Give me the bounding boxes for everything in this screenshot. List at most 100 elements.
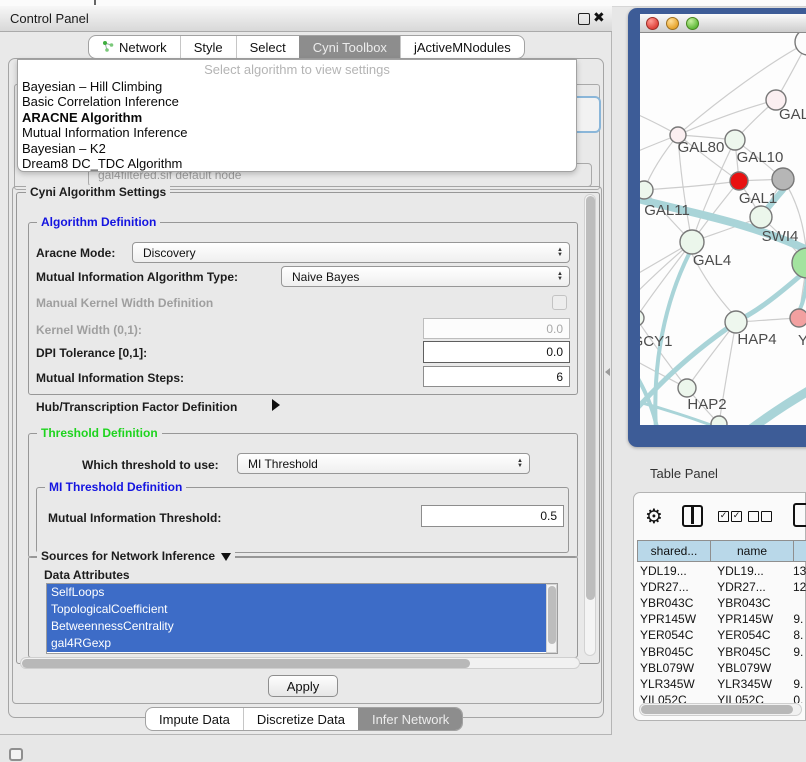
mi-threshold-title: MI Threshold Definition <box>45 480 186 494</box>
dpi-tolerance-input[interactable]: 0.0 <box>423 341 570 363</box>
algorithm-menu-item-basic-correlation-inference[interactable]: Basic Correlation Inference <box>18 94 576 109</box>
algorithm-menu-item-mutual-information-inference[interactable]: Mutual Information Inference <box>18 125 576 140</box>
table-row[interactable]: YBR043CYBR043C <box>637 595 806 611</box>
tab-select[interactable]: Select <box>236 36 299 58</box>
table-cell: YDL19... <box>708 564 789 578</box>
tab-label: Impute Data <box>159 712 230 727</box>
table-row[interactable]: YDR27...YDR27...12 <box>637 579 806 595</box>
network-node-swi4[interactable] <box>750 206 772 228</box>
attribute-item-gal4rgexp[interactable]: gal4RGexp <box>47 635 549 652</box>
hub-expand-arrow-icon[interactable] <box>272 399 280 411</box>
panel-divider-grip[interactable] <box>605 368 610 376</box>
table-row[interactable]: YIL052CYIL052C0. <box>637 692 806 703</box>
attribute-item-betweennesscentrality[interactable]: BetweennessCentrality <box>47 618 549 635</box>
algorithm-menu-item-bayesian-k2[interactable]: Bayesian – K2 <box>18 141 576 156</box>
settings-scrollbar-thumb[interactable] <box>586 196 595 600</box>
network-node[interactable] <box>711 416 727 425</box>
network-highlighted-edges <box>640 190 806 425</box>
sources-title[interactable]: Sources for Network Inference <box>37 549 235 563</box>
apply-button[interactable]: Apply <box>268 675 338 697</box>
network-node-label: GAL80 <box>678 139 725 156</box>
network-node-y[interactable] <box>790 309 806 327</box>
table-row[interactable]: YBL079WYBL079W <box>637 660 806 676</box>
table-row[interactable]: YLR345WYLR345W9. <box>637 676 806 692</box>
unchecked-checkbox-icon[interactable] <box>761 511 772 522</box>
data-attributes-list[interactable]: SelfLoopsTopologicalCoefficientBetweenne… <box>46 583 558 654</box>
network-graph: GALGAL80GAL10GAL1GAL11SWI4GAL4HAP4YGCY1H… <box>640 33 806 425</box>
attribute-item-selfloops[interactable]: SelfLoops <box>47 584 549 601</box>
table-header-clipped[interactable] <box>793 540 806 562</box>
column-layout-icon[interactable] <box>682 505 703 527</box>
close-traffic-light-icon[interactable] <box>646 17 659 30</box>
attributes-scrollbar-thumb[interactable] <box>548 586 556 644</box>
algorithm-menu-item-dream8-dc-tdc-algorithm[interactable]: Dream8 DC_TDC Algorithm <box>18 156 576 171</box>
network-node-gal10[interactable] <box>725 130 745 150</box>
manual-kernel-checkbox[interactable] <box>552 295 567 310</box>
network-node-gal1[interactable] <box>730 172 748 190</box>
algorithm-menu-item-aracne-algorithm[interactable]: ARACNE Algorithm <box>18 110 576 125</box>
network-canvas[interactable]: GALGAL80GAL10GAL1GAL11SWI4GAL4HAP4YGCY1H… <box>640 33 806 425</box>
stepper-icon: ▲▼ <box>557 268 563 285</box>
mi-threshold-input[interactable]: 0.5 <box>421 505 564 527</box>
tab-label: Discretize Data <box>257 712 345 727</box>
tab-impute-data[interactable]: Impute Data <box>146 708 243 730</box>
table-row[interactable]: YER054CYER054C8. <box>637 627 806 643</box>
checked-checkbox-icon[interactable]: ✓ <box>718 511 729 522</box>
top-strip-tick <box>94 0 96 5</box>
table-cell: YBL079W <box>708 661 789 675</box>
aracne-mode-label: Aracne Mode: <box>36 246 115 260</box>
table-body[interactable]: YDL19...YDL19...13YDR27...YDR27...12YBR0… <box>637 563 806 703</box>
network-node[interactable] <box>795 33 806 55</box>
application-screen: Control Panel ✖ gal4filtered.sif default… <box>0 0 806 762</box>
network-node-gal4[interactable] <box>680 230 704 254</box>
table-cell: YPR145W <box>708 612 789 626</box>
gear-icon[interactable]: ⚙ <box>645 504 663 528</box>
clipped-toolbar-icon[interactable] <box>793 503 806 527</box>
mi-steps-input[interactable]: 6 <box>423 366 570 387</box>
tab-network[interactable]: Network <box>89 36 180 58</box>
settings-hscrollbar-thumb[interactable] <box>22 659 470 668</box>
dpi-tolerance-label: DPI Tolerance [0,1]: <box>36 346 147 360</box>
close-icon[interactable]: ✖ <box>593 10 605 26</box>
tab-style[interactable]: Style <box>180 36 236 58</box>
tab-infer-network[interactable]: Infer Network <box>358 708 462 730</box>
zoom-traffic-light-icon[interactable] <box>686 17 699 30</box>
attribute-item-topologicalcoefficient[interactable]: TopologicalCoefficient <box>47 601 549 618</box>
minimize-traffic-light-icon[interactable] <box>666 17 679 30</box>
network-node-label: GAL10 <box>737 149 784 166</box>
tab-label: Style <box>194 40 223 55</box>
unchecked-checkbox-icon[interactable] <box>748 511 759 522</box>
tab-discretize-data[interactable]: Discretize Data <box>243 708 358 730</box>
table-hscrollbar-thumb[interactable] <box>641 705 793 714</box>
network-node-hap2[interactable] <box>678 379 696 397</box>
network-window-titlebar[interactable] <box>640 14 806 33</box>
network-node[interactable] <box>792 248 806 278</box>
network-nodes: GALGAL80GAL10GAL1GAL11SWI4GAL4HAP4YGCY1H… <box>640 33 806 425</box>
checked-checkbox-icon[interactable]: ✓ <box>731 511 742 522</box>
aracne-mode-select[interactable]: Discovery ▲▼ <box>132 242 570 263</box>
floating-panel-icon[interactable] <box>9 748 23 761</box>
network-node-gcy1[interactable] <box>640 310 644 326</box>
table-header-shared-name[interactable]: shared... <box>637 540 711 562</box>
kernel-width-label: Kernel Width (0,1): <box>36 323 142 337</box>
kernel-width-input[interactable]: 0.0 <box>423 318 570 339</box>
tab-label: Infer Network <box>372 712 449 727</box>
network-node[interactable] <box>772 168 794 190</box>
mi-type-select[interactable]: Naive Bayes ▲▼ <box>281 266 570 287</box>
tab-cyni-toolbox[interactable]: Cyni Toolbox <box>299 36 400 58</box>
float-window-icon[interactable] <box>578 13 590 25</box>
table-row[interactable]: YDL19...YDL19...13 <box>637 563 806 579</box>
network-node-hap4[interactable] <box>725 311 747 333</box>
table-row[interactable]: YBR045CYBR045C9. <box>637 643 806 659</box>
network-node-gal11[interactable] <box>640 181 653 199</box>
hub-definition-label[interactable]: Hub/Transcription Factor Definition <box>36 400 237 414</box>
stepper-icon: ▲▼ <box>557 244 563 261</box>
table-cell: YLR345W <box>637 677 708 691</box>
algorithm-menu-placeholder: Select algorithm to view settings <box>18 60 576 79</box>
table-row[interactable]: YPR145WYPR145W9. <box>637 611 806 627</box>
which-threshold-select[interactable]: MI Threshold ▲▼ <box>237 453 530 474</box>
algorithm-menu-item-bayesian-hill-climbing[interactable]: Bayesian – Hill Climbing <box>18 79 576 94</box>
table-panel-title: Table Panel <box>650 466 718 481</box>
table-header-name[interactable]: name <box>710 540 794 562</box>
tab-jactivemnodules[interactable]: jActiveMNodules <box>400 36 524 58</box>
